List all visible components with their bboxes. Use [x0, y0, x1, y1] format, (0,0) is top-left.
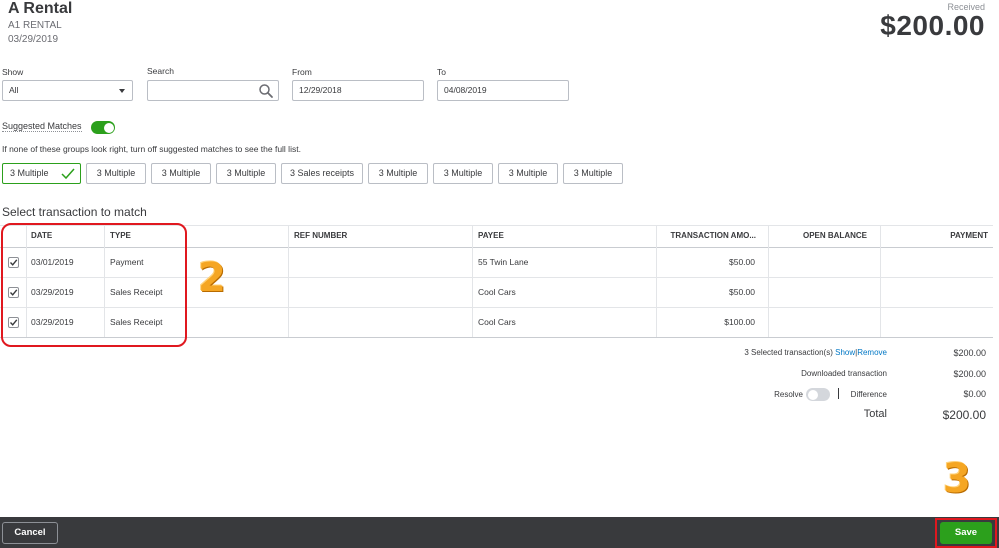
row-payment[interactable] [880, 278, 988, 307]
difference-value: $0.00 [963, 389, 986, 399]
chip-label: 3 Multiple [10, 168, 49, 178]
row-open-balance [768, 308, 867, 337]
match-group-chip[interactable]: 3 Multiple [368, 163, 428, 184]
step-marker: 3 [943, 456, 971, 502]
match-group-chip[interactable]: 3 Multiple [498, 163, 558, 184]
row-open-balance [768, 278, 867, 307]
resolve-toggle[interactable] [806, 388, 830, 401]
selected-transactions-summary: 3 Selected transaction(s) Show|Remove [690, 348, 887, 357]
selected-count-label: 3 Selected transaction(s) [744, 348, 833, 357]
row-amount: $50.00 [729, 257, 755, 267]
remove-link[interactable]: Remove [857, 348, 887, 357]
checkmark-icon [61, 168, 75, 180]
show-select-value: All [9, 85, 19, 95]
column-header-ref-number[interactable]: REF NUMBER [294, 225, 347, 247]
selected-total: $200.00 [953, 348, 986, 358]
highlight-box [1, 223, 187, 347]
divider [838, 388, 839, 399]
row-payee: Cool Cars [478, 317, 516, 327]
suggested-hint: If none of these groups look right, turn… [2, 144, 301, 154]
column-header-open-balance[interactable]: OPEN BALANCE [768, 225, 867, 247]
row-payment[interactable] [880, 248, 988, 277]
match-group-chip[interactable]: 3 Multiple [563, 163, 623, 184]
resolve-label: Resolve [774, 390, 803, 399]
search-icon[interactable] [258, 83, 274, 99]
row-payee: 55 Twin Lane [478, 257, 529, 267]
column-header-payee[interactable]: PAYEE [478, 225, 504, 247]
row-payment[interactable] [880, 308, 988, 337]
total-label: Total [863, 408, 887, 420]
row-open-balance [768, 248, 867, 277]
match-group-chip[interactable]: 3 Multiple [216, 163, 276, 184]
to-date-field[interactable]: 04/08/2019 [437, 80, 569, 101]
row-amount: $100.00 [724, 317, 755, 327]
column-divider [472, 225, 473, 337]
match-group-chip[interactable]: 3 Multiple [86, 163, 146, 184]
suggested-matches-toggle[interactable] [91, 121, 115, 134]
match-group-chip[interactable]: 3 Multiple [2, 163, 81, 184]
column-divider [288, 225, 289, 337]
section-title: Select transaction to match [2, 205, 147, 219]
search-label: Search [147, 66, 174, 76]
chevron-down-icon [119, 89, 125, 93]
toggle-knob [807, 389, 818, 400]
suggested-matches-label: Suggested Matches [2, 121, 82, 132]
downloaded-value: $200.00 [953, 369, 986, 379]
match-group-chip[interactable]: 3 Sales receipts [281, 163, 363, 184]
transaction-date: 03/29/2019 [8, 34, 59, 45]
toggle-knob [103, 122, 114, 133]
highlight-box [935, 518, 997, 548]
from-label: From [292, 67, 312, 77]
footer-bar [0, 517, 999, 548]
show-link[interactable]: Show [835, 348, 855, 357]
show-select[interactable]: All [2, 80, 133, 101]
column-header-payment[interactable]: PAYMENT [880, 225, 988, 247]
from-date-field[interactable]: 12/29/2018 [292, 80, 424, 101]
match-group-chip[interactable]: 3 Multiple [433, 163, 493, 184]
difference-label: Difference [850, 390, 887, 399]
row-amount: $50.00 [729, 287, 755, 297]
search-input[interactable] [147, 80, 279, 101]
row-payee: Cool Cars [478, 287, 516, 297]
column-header-transaction-amount[interactable]: TRANSACTION AMO... [656, 225, 756, 247]
match-group-chip[interactable]: 3 Multiple [151, 163, 211, 184]
received-amount: $200.00 [880, 10, 985, 41]
downloaded-label: Downloaded transaction [801, 369, 887, 378]
page-title: A Rental [8, 0, 73, 17]
to-label: To [437, 67, 446, 77]
show-label: Show [2, 67, 24, 77]
step-marker: 2 [198, 255, 226, 301]
total-value: $200.00 [942, 408, 986, 422]
account-name: A1 RENTAL [8, 20, 62, 31]
cancel-button[interactable]: Cancel [2, 522, 58, 544]
